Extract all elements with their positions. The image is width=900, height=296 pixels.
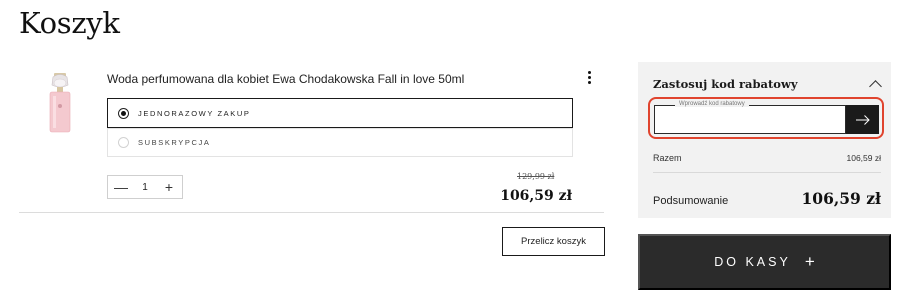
checkout-label: DO KASY bbox=[714, 255, 791, 269]
more-options-icon[interactable] bbox=[585, 71, 593, 87]
subtotal-label: Razem bbox=[653, 153, 682, 163]
total-value: 106,59 zł bbox=[801, 189, 881, 208]
coupon-section-title[interactable]: Zastosuj kod rabatowy bbox=[653, 77, 798, 91]
product-image[interactable] bbox=[41, 73, 79, 133]
purchase-option-label: SUBSKRYPCJA bbox=[138, 138, 211, 147]
summary-panel: Zastosuj kod rabatowy Wprowadź kod rabat… bbox=[638, 62, 891, 218]
price-original: 129,99 zł bbox=[517, 172, 555, 181]
checkout-button[interactable]: DO KASY + bbox=[638, 234, 891, 290]
divider bbox=[19, 212, 604, 213]
quantity-value[interactable]: 1 bbox=[142, 182, 148, 193]
product-name[interactable]: Woda perfumowana dla kobiet Ewa Chodakow… bbox=[107, 72, 464, 86]
purchase-option-subscription[interactable]: SUBSKRYPCJA bbox=[107, 128, 573, 157]
purchase-option-label: JEDNORAZOWY ZAKUP bbox=[138, 108, 251, 118]
coupon-code-input[interactable]: Wprowadź kod rabatowy bbox=[654, 101, 846, 134]
radio-selected-icon[interactable] bbox=[118, 107, 129, 119]
quantity-stepper: — 1 + bbox=[107, 175, 183, 199]
price-current: 106,59 zł bbox=[500, 188, 572, 204]
total-label: Podsumowanie bbox=[653, 195, 729, 207]
summary-divider bbox=[653, 172, 881, 173]
subtotal-row: Razem 106,59 zł bbox=[653, 153, 881, 163]
coupon-input-placeholder: Wprowadź kod rabatowy bbox=[675, 101, 749, 107]
arrow-right-icon bbox=[855, 114, 870, 125]
recalculate-cart-button[interactable]: Przelicz koszyk bbox=[502, 227, 605, 256]
coupon-apply-button[interactable] bbox=[846, 105, 879, 134]
subtotal-value: 106,59 zł bbox=[846, 153, 882, 163]
total-row: Podsumowanie 106,59 zł bbox=[653, 189, 881, 208]
page-title: Koszyk bbox=[19, 6, 120, 40]
purchase-option-one-time[interactable]: JEDNORAZOWY ZAKUP bbox=[107, 98, 573, 128]
chevron-up-icon[interactable] bbox=[869, 80, 882, 93]
quantity-decrease-button[interactable]: — bbox=[114, 180, 128, 194]
radio-unselected-icon[interactable] bbox=[118, 137, 129, 148]
quantity-increase-button[interactable]: + bbox=[162, 180, 176, 194]
plus-icon: + bbox=[804, 252, 815, 271]
